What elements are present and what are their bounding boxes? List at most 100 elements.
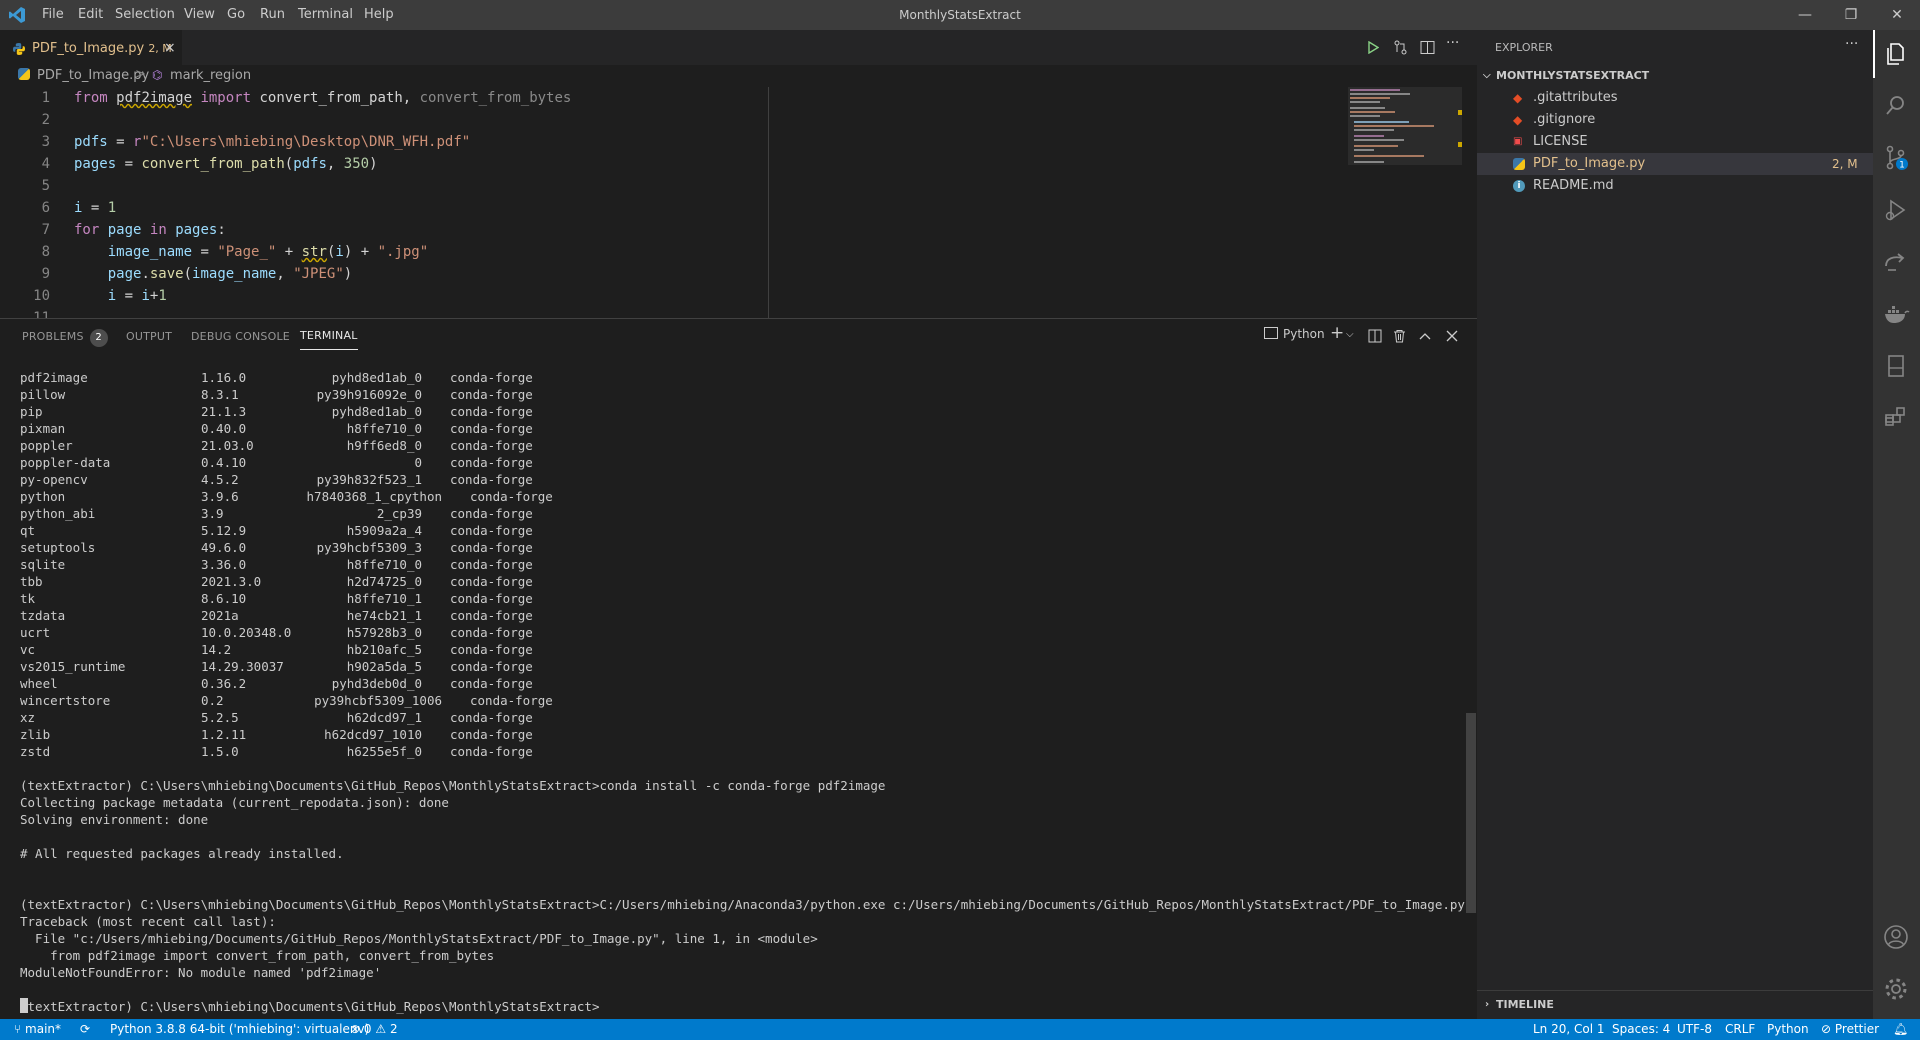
sync-icon[interactable]: ⟳: [80, 1019, 90, 1040]
git-icon: ◆: [1513, 113, 1523, 127]
trash-icon[interactable]: [1393, 329, 1406, 343]
terminal-line: (textExtractor) C:\Users\mhiebing\Docume…: [20, 896, 1465, 913]
title-bar: File Edit Selection View Go Run Terminal…: [0, 0, 1920, 30]
timeline-header[interactable]: › TIMELINE: [1477, 994, 1873, 1016]
menu-go[interactable]: Go: [227, 0, 245, 30]
search-icon[interactable]: [1882, 92, 1910, 120]
source-control-icon[interactable]: 1: [1882, 144, 1910, 172]
python-file-icon: [13, 43, 25, 55]
chevron-down-icon[interactable]: ⌵: [1346, 329, 1354, 340]
new-terminal-icon[interactable]: +: [1330, 323, 1344, 343]
accounts-icon[interactable]: [1882, 923, 1910, 951]
package-version: 3.9: [201, 506, 224, 521]
restore-button[interactable]: ❐: [1828, 0, 1874, 30]
code-editor[interactable]: 1 2 3 4 5 6 7 8 9 10 11 from pdf2image i…: [0, 87, 1462, 318]
branch-name: main*: [25, 1022, 62, 1036]
line-number: 2: [41, 112, 50, 128]
terminal-line: # All requested packages already install…: [20, 845, 1460, 862]
package-channel: conda-forge: [450, 574, 533, 589]
terminal-line: File "c:/Users/mhiebing/Documents/GitHub…: [20, 930, 1460, 947]
tab-debug-console[interactable]: DEBUG CONSOLE: [191, 319, 290, 354]
split-terminal-icon[interactable]: [1368, 329, 1382, 343]
language-mode[interactable]: Python: [1767, 1019, 1809, 1040]
explorer-icon[interactable]: [1882, 40, 1910, 68]
prettier-status[interactable]: ⊘ Prettier: [1821, 1019, 1879, 1040]
package-build: h9ff6ed8_0: [346, 438, 422, 453]
explorer-more-icon[interactable]: ···: [1845, 36, 1858, 52]
window-title: MonthlyStatsExtract: [899, 8, 1021, 22]
indentation[interactable]: Spaces: 4: [1612, 1019, 1670, 1040]
package-name: ucrt: [20, 625, 51, 640]
problems-indicator[interactable]: ⊗ 0 ⚠ 2: [350, 1019, 398, 1040]
notifications-icon[interactable]: 🔔︎: [1893, 1019, 1908, 1040]
terminal-package-row: py-opencv 4.5.2 py39h832f523_1 conda-forge: [20, 471, 1460, 488]
menu-edit[interactable]: Edit: [78, 0, 103, 30]
open-changes-icon[interactable]: [1393, 40, 1408, 55]
split-editor-icon[interactable]: [1420, 40, 1435, 55]
chevron-down-icon: ⌵: [1483, 70, 1491, 81]
package-channel: conda-forge: [450, 472, 533, 487]
docker-icon[interactable]: [1882, 300, 1910, 328]
minimap-slider[interactable]: [1348, 87, 1462, 165]
breadcrumb-symbol[interactable]: mark_region: [170, 68, 251, 83]
package-channel: conda-forge: [450, 642, 533, 657]
prettier-label: Prettier: [1834, 1022, 1880, 1036]
close-window-button[interactable]: ✕: [1874, 0, 1920, 30]
gear-icon[interactable]: [1882, 975, 1910, 1003]
file-gitattributes[interactable]: ◆ .gitattributes: [1477, 87, 1873, 109]
terminal-shell-selector[interactable]: Python: [1264, 327, 1325, 341]
menu-terminal[interactable]: Terminal: [298, 0, 353, 30]
editor-tab-pdf-to-image[interactable]: PDF_to_Image.py 2, M ×: [0, 30, 182, 66]
terminal-output[interactable]: pdf2image 1.16.0 pyhd8ed1ab_0 conda-forge pi…: [20, 369, 1465, 1015]
line-number: 7: [41, 222, 50, 238]
package-version: 2021a: [201, 608, 239, 623]
package-channel: conda-forge: [450, 438, 533, 453]
breadcrumb: PDF_to_Image.py > ⌬ mark_region: [0, 65, 1477, 87]
package-channel: conda-forge: [450, 659, 533, 674]
tab-close-icon[interactable]: ×: [164, 31, 176, 66]
chevron-right-icon: ›: [1485, 999, 1490, 1010]
menu-selection[interactable]: Selection: [115, 0, 175, 30]
package-version: 8.6.10: [201, 591, 247, 606]
folder-header[interactable]: ⌵ MONTHLYSTATSEXTRACT: [1477, 65, 1873, 87]
remote-explorer-icon[interactable]: [1882, 248, 1910, 276]
menu-help[interactable]: Help: [364, 0, 394, 30]
package-name: poppler-data: [20, 455, 111, 470]
extensions-icon[interactable]: [1882, 404, 1910, 432]
encoding[interactable]: UTF-8: [1677, 1019, 1712, 1040]
file-gitignore[interactable]: ◆ .gitignore: [1477, 109, 1873, 131]
more-actions-icon[interactable]: ···: [1446, 35, 1459, 51]
minimap[interactable]: [1348, 87, 1462, 318]
terminal-text: from pdf2image import convert_from_path,…: [20, 948, 495, 963]
prettier-icon: ⊘: [1821, 1022, 1832, 1036]
minimize-button[interactable]: —: [1782, 0, 1828, 30]
maximize-panel-icon[interactable]: [1419, 331, 1431, 341]
timeline-title: TIMELINE: [1496, 998, 1554, 1011]
package-channel: conda-forge: [450, 744, 533, 759]
close-panel-icon[interactable]: [1446, 330, 1458, 342]
python-interpreter[interactable]: Python 3.8.8 64-bit ('mhiebing': virtual…: [110, 1019, 369, 1040]
terminal-package-row: tk 8.6.10 h8ffe710_1 conda-forge: [20, 590, 1460, 607]
terminal-package-row: python_abi 3.9 2_cp39 conda-forge: [20, 505, 1460, 522]
terminal-text: Solving environment: done: [20, 812, 209, 827]
menu-view[interactable]: View: [184, 0, 215, 30]
run-python-file-icon[interactable]: [1367, 41, 1379, 54]
run-debug-icon[interactable]: [1882, 196, 1910, 224]
terminal-scrollbar[interactable]: [1466, 713, 1476, 913]
file-readme[interactable]: i README.md: [1477, 175, 1873, 197]
menu-file[interactable]: File: [42, 0, 64, 30]
file-pdf-to-image[interactable]: PDF_to_Image.py 2, M: [1477, 153, 1873, 175]
menu-run[interactable]: Run: [260, 0, 285, 30]
tab-output[interactable]: OUTPUT: [126, 319, 172, 354]
line-ending[interactable]: CRLF: [1725, 1019, 1755, 1040]
branch-indicator[interactable]: ⑂ main*: [14, 1019, 61, 1040]
tab-label: PDF_to_Image.py 2, M: [32, 31, 172, 66]
notebook-icon[interactable]: [1882, 352, 1910, 380]
package-version: 0.40.0: [201, 421, 247, 436]
file-license[interactable]: ▣ LICENSE: [1477, 131, 1873, 153]
tab-terminal[interactable]: TERMINAL: [300, 319, 358, 350]
tab-problems[interactable]: PROBLEMS 2: [22, 319, 108, 354]
breadcrumb-file[interactable]: PDF_to_Image.py: [37, 68, 149, 83]
cursor-position[interactable]: Ln 20, Col 1: [1533, 1019, 1605, 1040]
